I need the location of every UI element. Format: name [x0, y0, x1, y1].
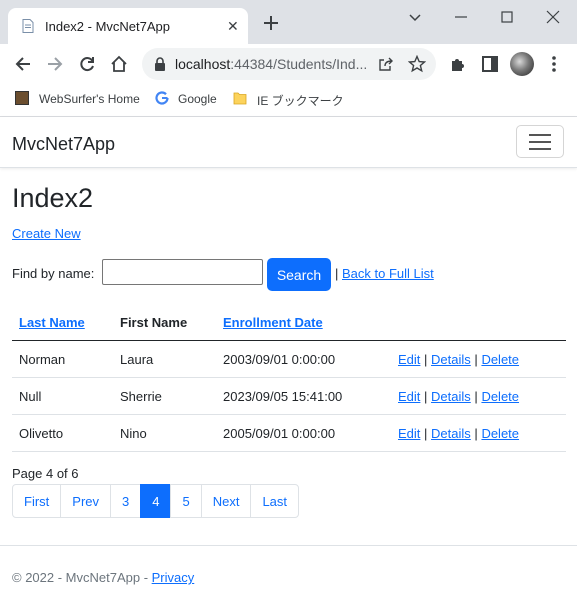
table-row: Norman Laura 2003/09/01 0:00:00 Edit | D…: [12, 340, 566, 378]
tab-search-icon[interactable]: [406, 8, 424, 26]
cell-first-name: Sherrie: [113, 377, 216, 415]
details-link[interactable]: Details: [431, 389, 471, 404]
extensions-icon[interactable]: [448, 54, 468, 74]
page-title: Index2: [12, 183, 94, 213]
create-new-link[interactable]: Create New: [12, 226, 81, 241]
action-separator: |: [424, 351, 428, 367]
table-row: Olivetto Nino 2005/09/01 0:00:00 Edit | …: [12, 414, 566, 452]
header-enrollment-date: Enrollment Date: [216, 305, 391, 341]
table-header-row: Last Name First Name Enrollment Date: [12, 305, 566, 341]
home-icon[interactable]: [109, 54, 129, 74]
close-window-icon[interactable]: [544, 8, 562, 26]
google-icon: [155, 91, 169, 105]
action-separator: |: [474, 388, 478, 404]
browser-titlebar: Index2 - MvcNet7App ✕: [0, 0, 577, 44]
maximize-icon[interactable]: [498, 8, 516, 26]
footer-copyright: © 2022 - MvcNet7App -: [12, 570, 152, 585]
browser-tab[interactable]: Index2 - MvcNet7App ✕: [8, 8, 248, 44]
new-tab-icon[interactable]: [262, 14, 280, 32]
bookmark-ie-folder[interactable]: IE ブックマーク: [257, 92, 344, 109]
url-text[interactable]: localhost:44384/Students/Ind...: [175, 56, 367, 72]
site-footer: © 2022 - MvcNet7App - Privacy: [0, 545, 577, 608]
header-last-name: Last Name: [12, 305, 113, 341]
action-separator: |: [474, 351, 478, 367]
url-host: localhost: [175, 56, 231, 72]
edit-link[interactable]: Edit: [398, 426, 420, 441]
close-tab-icon[interactable]: ✕: [227, 18, 239, 34]
bookmark-google[interactable]: Google: [178, 92, 217, 106]
minimize-icon[interactable]: [452, 8, 470, 26]
bookmark-websurfer[interactable]: WebSurfer's Home: [39, 92, 140, 106]
separator: |: [335, 266, 339, 281]
students-table: Last Name First Name Enrollment Date Nor…: [12, 305, 566, 452]
edit-link[interactable]: Edit: [398, 352, 420, 367]
side-panel-icon[interactable]: [480, 54, 500, 74]
sort-last-name-link[interactable]: Last Name: [19, 315, 85, 330]
cell-first-name: Nino: [113, 414, 216, 452]
bookmarks-bar: WebSurfer's Home Google IE ブックマーク: [0, 84, 577, 117]
cell-first-name: Laura: [113, 340, 216, 378]
header-actions: [391, 305, 566, 341]
back-arrow-icon[interactable]: [13, 54, 33, 74]
url-path: :44384/Students/Ind...: [230, 56, 368, 72]
pager-page-4-current[interactable]: 4: [140, 484, 172, 518]
lock-icon[interactable]: [154, 57, 166, 71]
navbar-toggler-button[interactable]: [516, 125, 564, 158]
delete-link[interactable]: Delete: [481, 352, 519, 367]
cell-enrollment-date: 2003/09/01 0:00:00: [216, 340, 391, 378]
cell-last-name: Olivetto: [12, 414, 113, 452]
websurfer-favicon-icon: [15, 91, 29, 105]
header-first-name: First Name: [113, 305, 216, 341]
reload-icon[interactable]: [77, 54, 97, 74]
cell-last-name: Null: [12, 377, 113, 415]
folder-icon: [233, 92, 247, 105]
hamburger-icon: [529, 134, 551, 136]
forward-arrow-icon[interactable]: [45, 54, 65, 74]
edit-link[interactable]: Edit: [398, 389, 420, 404]
page-info: Page 4 of 6: [12, 466, 79, 481]
table-row: Null Sherrie 2023/09/05 15:41:00 Edit | …: [12, 377, 566, 415]
cell-actions: Edit | Details | Delete: [391, 414, 566, 452]
action-separator: |: [424, 388, 428, 404]
privacy-link[interactable]: Privacy: [152, 570, 195, 585]
cell-last-name: Norman: [12, 340, 113, 378]
tab-title: Index2 - MvcNet7App: [45, 19, 171, 34]
cell-enrollment-date: 2023/09/05 15:41:00: [216, 377, 391, 415]
site-navbar: MvcNet7App: [0, 117, 577, 168]
pager-first-link[interactable]: First: [12, 484, 62, 518]
find-by-name-label: Find by name:: [12, 266, 95, 281]
details-link[interactable]: Details: [431, 426, 471, 441]
pager-prev-link[interactable]: Prev: [60, 484, 112, 518]
star-icon[interactable]: [408, 55, 426, 73]
cell-enrollment-date: 2005/09/01 0:00:00: [216, 414, 391, 452]
avatar[interactable]: [510, 52, 534, 76]
address-bar[interactable]: localhost:44384/Students/Ind...: [142, 48, 436, 80]
action-separator: |: [424, 425, 428, 441]
footer-text: © 2022 - MvcNet7App - Privacy: [12, 570, 194, 585]
page-icon: [22, 19, 34, 33]
sort-enrollment-date-link[interactable]: Enrollment Date: [223, 315, 323, 330]
navbar-brand[interactable]: MvcNet7App: [12, 134, 115, 155]
search-button[interactable]: Search: [267, 258, 331, 291]
pager-page-3-link[interactable]: 3: [110, 484, 142, 518]
delete-link[interactable]: Delete: [481, 426, 519, 441]
cell-actions: Edit | Details | Delete: [391, 377, 566, 415]
action-separator: |: [474, 425, 478, 441]
pager-last-link[interactable]: Last: [250, 484, 300, 518]
share-icon[interactable]: [378, 56, 394, 72]
pager-next-link[interactable]: Next: [200, 484, 252, 518]
details-link[interactable]: Details: [431, 352, 471, 367]
browser-toolbar: localhost:44384/Students/Ind...: [0, 44, 577, 84]
cell-actions: Edit | Details | Delete: [391, 340, 566, 378]
back-to-full-list-link[interactable]: Back to Full List: [342, 266, 434, 281]
pagination: First Prev 3 4 5 Next Last: [12, 484, 300, 518]
search-input[interactable]: [102, 259, 263, 285]
menu-dots-icon[interactable]: [544, 54, 564, 74]
delete-link[interactable]: Delete: [481, 389, 519, 404]
pager-page-5-link[interactable]: 5: [170, 484, 202, 518]
